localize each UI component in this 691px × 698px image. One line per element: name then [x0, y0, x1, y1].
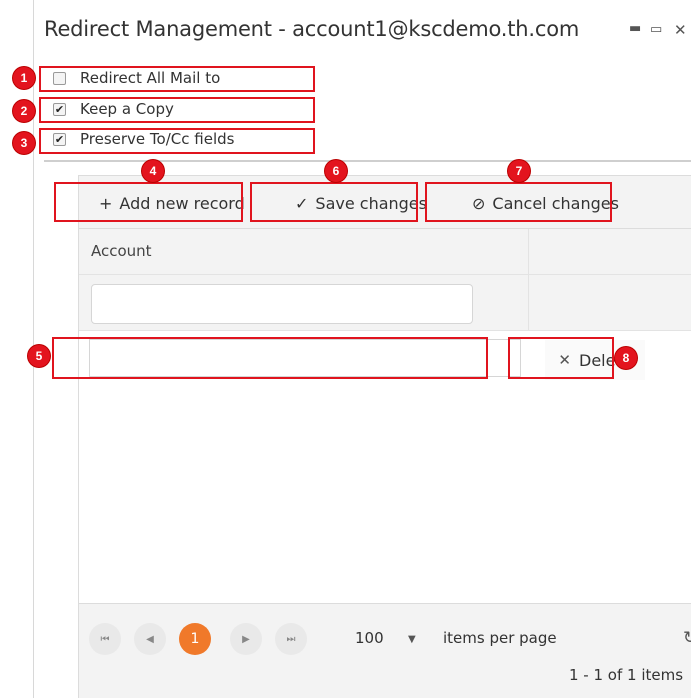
- preserve-fields-checkbox[interactable]: ✔: [53, 132, 66, 146]
- add-new-record-label: Add new record: [119, 193, 245, 213]
- window-title: Redirect Management - account1@kscdemo.t…: [44, 17, 580, 41]
- chevron-down-icon[interactable]: ▼: [408, 634, 416, 645]
- account-filter-input[interactable]: [91, 284, 473, 324]
- preserve-fields-label: Preserve To/Cc fields: [80, 130, 235, 148]
- check-icon: ✓: [295, 193, 309, 213]
- refresh-icon[interactable]: ↻: [683, 628, 691, 648]
- grid-header: Account: [79, 229, 691, 275]
- pager-info: 1 - 1 of 1 items: [569, 666, 684, 684]
- annotation-marker-2: 2: [13, 100, 35, 122]
- redirect-all-label: Redirect All Mail to: [80, 69, 221, 87]
- annotation-marker-7: 7: [508, 160, 530, 182]
- redirect-all-checkbox[interactable]: [53, 71, 66, 85]
- previous-page-button[interactable]: ◀: [134, 623, 166, 655]
- page-size-select[interactable]: 100: [355, 629, 384, 647]
- annotation-marker-1: 1: [13, 67, 35, 89]
- keep-copy-checkbox[interactable]: ✔: [53, 102, 66, 116]
- items-per-page-label: items per page: [443, 629, 557, 647]
- first-page-button[interactable]: ⏮: [89, 623, 121, 655]
- keep-copy-label: Keep a Copy: [80, 100, 174, 118]
- redirect-all-option[interactable]: Redirect All Mail to: [50, 67, 220, 89]
- grid-content: ✕ Delete: [79, 331, 691, 601]
- annotation-marker-4: 4: [142, 160, 164, 182]
- keep-copy-option[interactable]: ✔ Keep a Copy: [50, 98, 174, 120]
- save-changes-button[interactable]: ✓ Save changes: [295, 188, 427, 218]
- annotation-marker-8: 8: [615, 347, 637, 369]
- last-page-button[interactable]: ⏭: [275, 623, 307, 655]
- preserve-fields-option[interactable]: ✔ Preserve To/Cc fields: [50, 128, 234, 150]
- annotation-marker-5: 5: [28, 345, 50, 367]
- save-changes-label: Save changes: [315, 193, 427, 213]
- minimize-icon[interactable]: ▬: [629, 21, 641, 37]
- redirect-grid: + Add new record ✓ Save changes ⊘ Cancel…: [78, 175, 691, 698]
- window-titlebar[interactable]: Redirect Management - account1@kscdemo.t…: [34, 0, 691, 62]
- cancel-icon: ⊘: [472, 193, 486, 213]
- add-new-record-button[interactable]: + Add new record: [99, 188, 245, 218]
- column-header-account[interactable]: Account: [91, 242, 152, 260]
- next-page-button[interactable]: ▶: [230, 623, 262, 655]
- grid-toolbar: + Add new record ✓ Save changes ⊘ Cancel…: [79, 176, 691, 229]
- current-page-button[interactable]: 1: [179, 623, 211, 655]
- cancel-changes-button[interactable]: ⊘ Cancel changes: [472, 188, 619, 218]
- cancel-changes-label: Cancel changes: [492, 193, 619, 213]
- annotation-marker-3: 3: [13, 132, 35, 154]
- plus-icon: +: [99, 193, 113, 213]
- account-edit-input[interactable]: [89, 339, 521, 377]
- close-icon[interactable]: ✕: [674, 22, 687, 38]
- annotation-marker-6: 6: [325, 160, 347, 182]
- column-divider: [528, 229, 529, 331]
- close-icon: ✕: [558, 351, 571, 369]
- grid-pager: ⏮ ◀ 1 ▶ ⏭ 100 ▼ items per page ↻ 1 - 1 o…: [79, 603, 691, 698]
- grid-filter-row: [79, 275, 691, 331]
- section-divider: [44, 160, 691, 162]
- maximize-icon[interactable]: ▭: [650, 22, 662, 38]
